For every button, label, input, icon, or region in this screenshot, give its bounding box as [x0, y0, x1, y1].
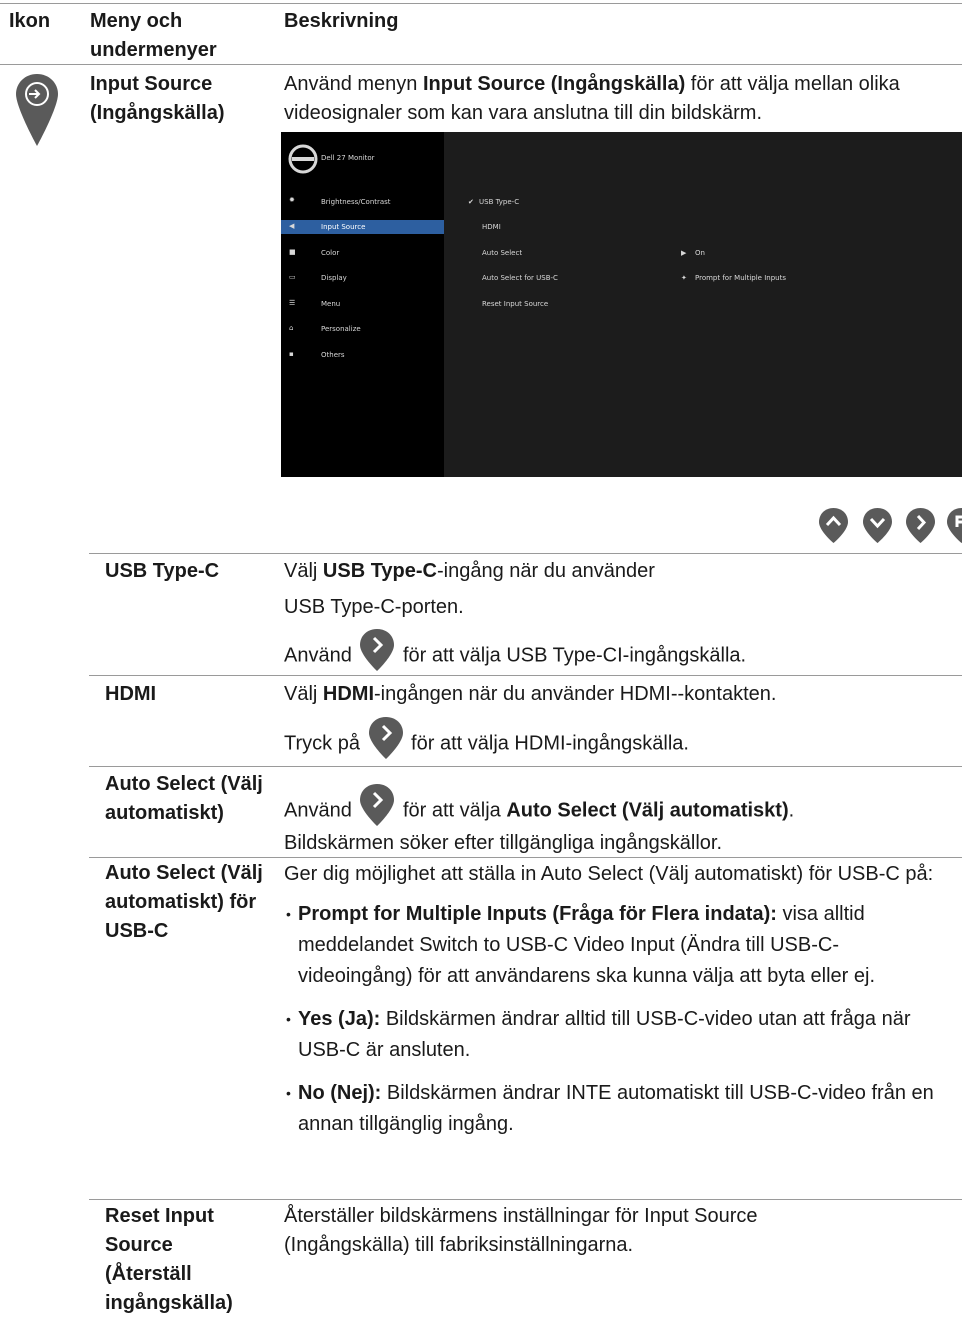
row-title-reset: Reset Input Source (Återställ ingångskäl…	[105, 1205, 233, 1314]
input-source-icon	[16, 74, 58, 146]
row-title-auto-select: Auto Select (Välj automatiskt)	[105, 773, 263, 824]
osd-menu-icon: ☰	[289, 299, 296, 307]
menu-title-input-source: Input Source (Ingångskälla)	[90, 73, 225, 124]
osd-model-name: Dell 27 Monitor	[321, 154, 375, 162]
osd-screenshot: Dell 27 Monitor ✹ ◀ ■ ▭ ☰ ⌂ ▪ Brightness…	[281, 132, 962, 477]
osd-value-auto-select-usbc: Prompt for Multiple Inputs	[695, 274, 786, 282]
osd-option[interactable]: Reset Input Source	[482, 300, 548, 309]
menu-description: Använd menyn Input Source (Ingångskälla)…	[284, 73, 900, 124]
top-rule	[0, 3, 962, 4]
row-title-usbc: USB Type-C	[105, 560, 220, 582]
row-desc-usbc: Välj USB Type-C-ingång när du använder U…	[284, 557, 956, 678]
osd-menu-icon: ◀	[289, 222, 295, 230]
right-arrow-icon	[360, 629, 395, 671]
osd-value-arrow-icon: ✦	[681, 274, 687, 282]
osd-menu-item[interactable]: Color	[321, 249, 339, 258]
osd-menu-icon: ⌂	[289, 324, 294, 332]
osd-menu-icon: ▭	[289, 273, 296, 281]
right-icon	[906, 508, 935, 543]
osd-option[interactable]: Auto Select	[482, 249, 522, 258]
header-icon-col: Ikon	[9, 10, 51, 32]
down-icon	[863, 508, 892, 543]
header-rule	[0, 64, 962, 65]
row-desc-auto-select-usbc: Ger dig möjlighet att ställa in Auto Sel…	[284, 859, 949, 1152]
osd-sidebar: Dell 27 Monitor ✹ ◀ ■ ▭ ☰ ⌂ ▪ Brightness…	[281, 132, 444, 477]
osd-menu-item[interactable]: Personalize	[321, 325, 361, 334]
osd-value-auto-select: On	[695, 249, 705, 257]
option-yes: Yes (Ja): Bildskärmen ändrar alltid till…	[284, 1004, 949, 1066]
osd-value-arrow-icon: ▶	[681, 249, 687, 257]
osd-option[interactable]: Auto Select for USB-C	[482, 274, 558, 283]
osd-option[interactable]: USB Type-C	[479, 198, 519, 207]
row-title-hdmi: HDMI	[105, 683, 157, 705]
osd-option[interactable]: HDMI	[482, 223, 501, 232]
row-rule	[89, 1199, 962, 1200]
row-desc-reset: Återställer bildskärmens inställningar f…	[284, 1205, 758, 1256]
row-rule	[89, 675, 962, 676]
osd-menu-item[interactable]: Others	[321, 351, 345, 360]
row-title-auto-select-usbc: Auto Select (Välj automatiskt) för USB-C	[105, 862, 263, 942]
right-arrow-icon	[368, 717, 403, 759]
row-desc-auto-select: Använd för att välja Auto Select (Välj a…	[284, 784, 956, 858]
row-rule	[89, 766, 962, 767]
osd-menu-item[interactable]: Display	[321, 274, 347, 283]
row-desc-hdmi: Välj HDMI-ingången när du använder HDMI-…	[284, 680, 956, 766]
right-arrow-icon	[360, 784, 395, 826]
osd-menu-icon: ▪	[289, 350, 294, 358]
dell-logo-icon	[288, 144, 318, 174]
osd-menu-item[interactable]: Menu	[321, 300, 340, 309]
osd-menu-item[interactable]: Input Source	[321, 223, 365, 232]
option-prompt: Prompt for Multiple Inputs (Fråga för Fl…	[284, 899, 949, 992]
up-icon	[819, 508, 848, 543]
row-rule	[89, 553, 962, 554]
osd-option-check-icon: ✔	[468, 198, 474, 206]
header-menu-col: Meny och undermenyer	[90, 10, 217, 61]
osd-menu-item[interactable]: Brightness/Contrast	[321, 198, 391, 207]
osd-menu-icon: ✹	[289, 196, 295, 204]
row-rule	[89, 857, 962, 858]
option-no: No (Nej): Bildskärmen ändrar INTE automa…	[284, 1078, 949, 1140]
back-icon	[947, 508, 962, 543]
osd-menu-icon: ■	[289, 248, 296, 256]
header-desc-col: Beskrivning	[284, 10, 399, 32]
